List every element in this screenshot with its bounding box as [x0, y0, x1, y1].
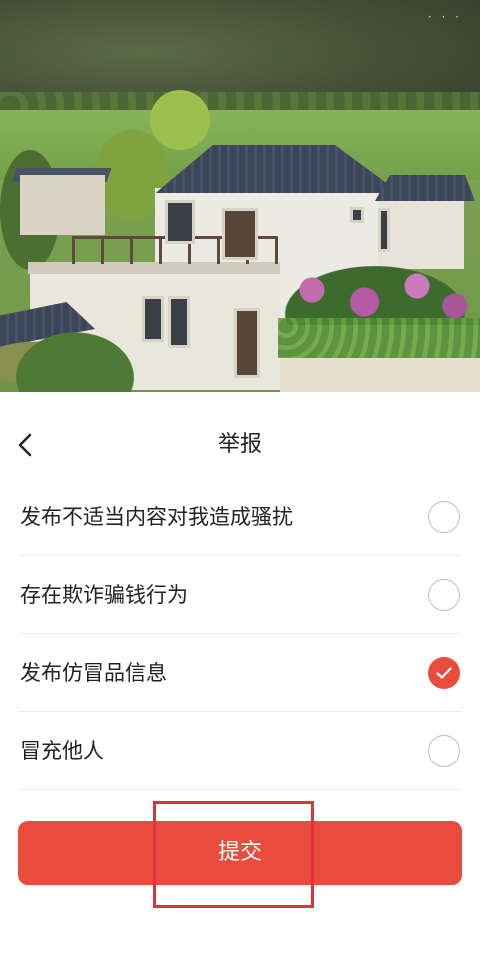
- report-option-label: 发布不适当内容对我造成骚扰: [20, 505, 293, 529]
- report-header: 举报: [0, 410, 480, 480]
- report-option[interactable]: 冒充他人: [18, 712, 462, 790]
- report-option[interactable]: 发布仿冒品信息: [18, 634, 462, 712]
- radio-unchecked-icon[interactable]: [428, 735, 460, 767]
- checkmark-icon: [436, 667, 452, 679]
- report-option-label: 存在欺诈骗钱行为: [20, 583, 188, 607]
- hero-photo: · · ·: [0, 0, 480, 392]
- more-indicator: · · ·: [427, 10, 462, 24]
- report-option-label: 冒充他人: [20, 739, 104, 763]
- report-option[interactable]: 存在欺诈骗钱行为: [18, 556, 462, 634]
- radio-unchecked-icon[interactable]: [428, 579, 460, 611]
- report-option-label: 发布仿冒品信息: [20, 661, 167, 685]
- report-option[interactable]: 发布不适当内容对我造成骚扰: [18, 478, 462, 556]
- submit-button[interactable]: 提交: [18, 821, 462, 885]
- radio-checked-icon[interactable]: [428, 657, 460, 689]
- report-options-list: 发布不适当内容对我造成骚扰 存在欺诈骗钱行为 发布仿冒品信息 冒充他人: [18, 478, 462, 790]
- page-title: 举报: [217, 432, 262, 457]
- radio-unchecked-icon[interactable]: [428, 501, 460, 533]
